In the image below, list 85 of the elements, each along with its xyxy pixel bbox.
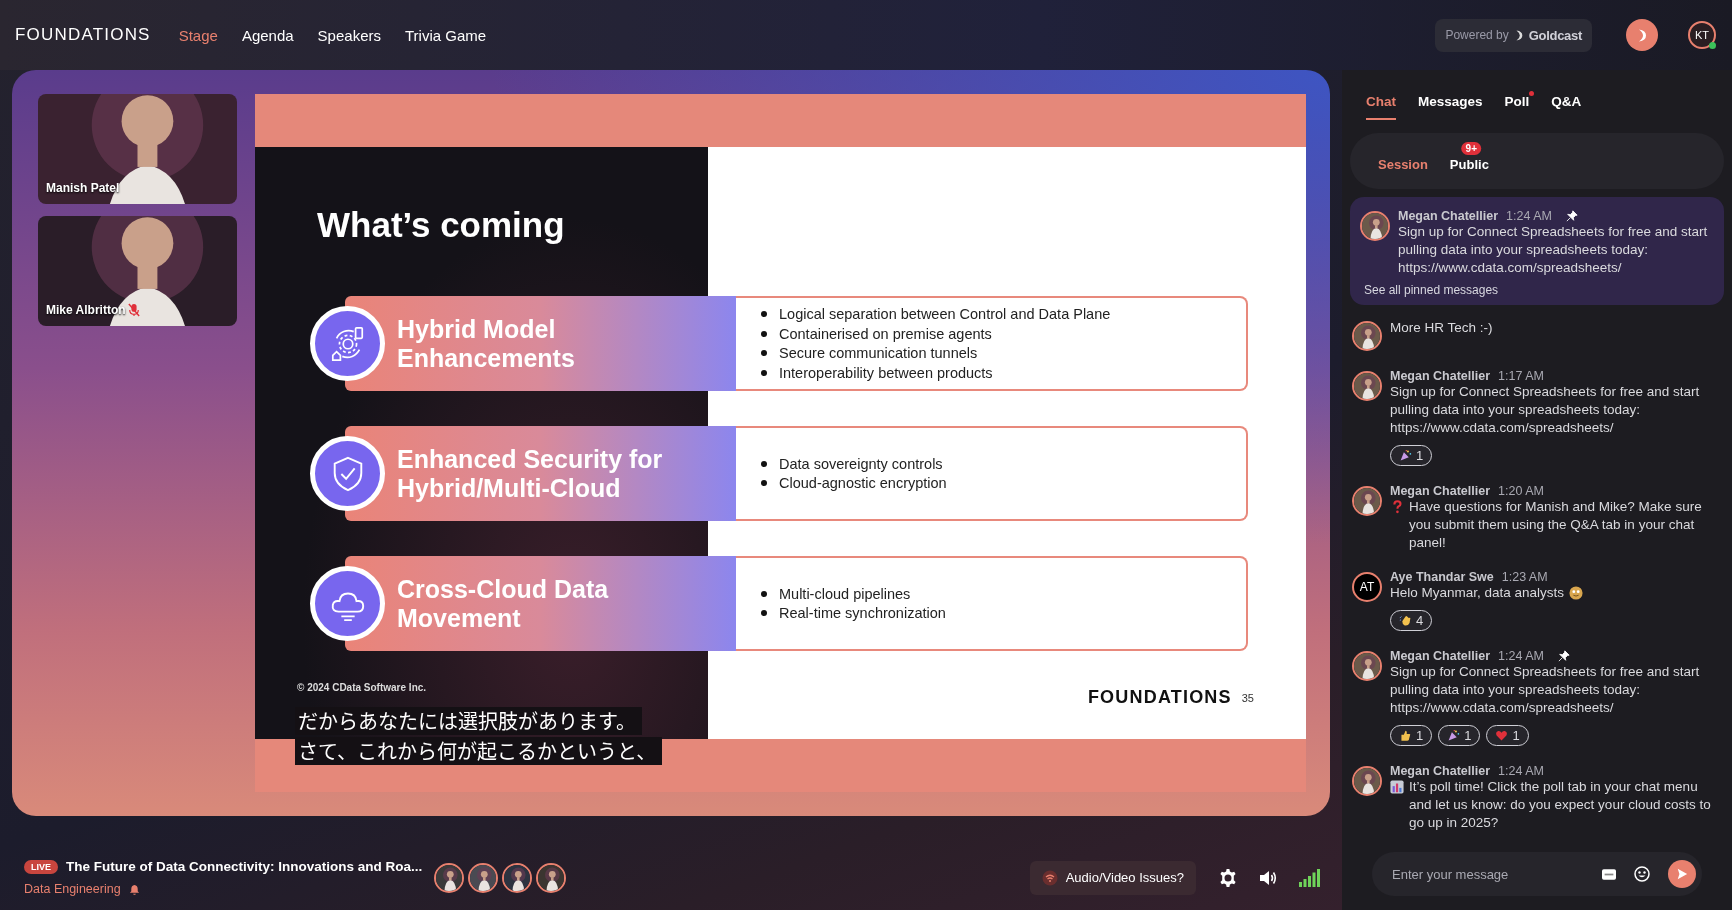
audio-video-issues-button[interactable]: Audio/Video Issues? xyxy=(1029,860,1196,895)
message-time: 1:24 AM xyxy=(1498,649,1544,663)
author-name: Megan Chatellier xyxy=(1390,764,1491,778)
bullet-text: Interoperability between products xyxy=(779,364,993,381)
bullet-icon xyxy=(761,590,767,597)
powered-by-label: Powered by xyxy=(1445,28,1509,42)
bullet-text: Logical separation between Control and Data Plane xyxy=(779,306,1111,323)
page-number: 35 xyxy=(1241,691,1254,704)
heart-icon xyxy=(1495,729,1509,742)
message-text: Have questions for Manish and Mike? Make sure you submit them using the Q&A tab in your chat panel! xyxy=(1409,498,1703,552)
message-text: Sign up for Connect Spreadsheets for free and start pulling data into your spreadsheets today: https://www.cdata.com/spreadsheets/ xyxy=(1390,663,1701,717)
moon-button[interactable] xyxy=(1626,19,1658,51)
thumbs-up-icon xyxy=(1399,729,1412,742)
author-name: Megan Chatellier xyxy=(1390,484,1491,498)
author-name: Megan Chatellier xyxy=(1390,649,1491,663)
slide-title: What’s coming xyxy=(317,204,566,246)
gif-icon[interactable] xyxy=(1602,868,1616,880)
user-avatar[interactable]: KT xyxy=(1688,21,1716,49)
count-badge: 9+ xyxy=(1461,141,1481,155)
reaction-chip[interactable]: 4 xyxy=(1390,610,1433,631)
chat-tab[interactable]: Q&A xyxy=(1551,92,1582,120)
feature-title: Cross-Cloud Data Movement xyxy=(345,556,736,651)
smiley-icon xyxy=(1569,586,1584,600)
message-time: 1:24 AM xyxy=(1506,209,1552,223)
settings-icon[interactable] xyxy=(1218,867,1238,888)
bullet-icon xyxy=(761,610,767,617)
reaction-chip[interactable]: 1 xyxy=(1390,725,1433,746)
bullet-text: Secure communication tunnels xyxy=(779,345,978,362)
chat-tab[interactable]: Chat xyxy=(1366,92,1396,120)
user-avatar: AT xyxy=(1352,572,1382,602)
reaction-chip[interactable]: 1 xyxy=(1486,725,1529,746)
track-label[interactable]: Data Engineering xyxy=(24,882,121,896)
message-text: More HR Tech :-) xyxy=(1390,319,1493,337)
nav-link[interactable]: Stage xyxy=(178,26,218,44)
scope-tab[interactable]: Session xyxy=(1378,156,1428,172)
message-text: It’s poll time! Click the poll tab in your chat menu and let us know: do you expect your cloud costs to go up in 2025? xyxy=(1409,778,1712,832)
author-name: Megan Chatellier xyxy=(1398,209,1499,223)
reaction-chip[interactable]: 1 xyxy=(1438,725,1481,746)
message-text: Helo Myanmar, data analysts xyxy=(1390,584,1565,602)
signal-strength-icon xyxy=(1298,867,1320,888)
bar-chart-icon xyxy=(1390,780,1404,794)
feature-title: Enhanced Security for Hybrid/Multi-Cloud xyxy=(345,426,736,521)
wifi-icon xyxy=(1041,869,1058,886)
nav-link[interactable]: Agenda xyxy=(241,26,294,44)
waving-hand-icon xyxy=(1399,614,1412,627)
message-text: Sign up for Connect Spreadsheets for free and start pulling data into your spreadsheets today: https://www.cdata.com/spreadsheets/ xyxy=(1390,383,1701,437)
chat-tab[interactable]: Messages xyxy=(1418,92,1483,120)
message-time: 1:20 AM xyxy=(1498,484,1544,498)
message-text: Sign up for Connect Spreadsheets for free and start pulling data into your spreadsheets today: https://www.cdata.com/spreadsheets/ xyxy=(1398,223,1709,277)
bullet-icon xyxy=(761,480,767,487)
author-name: Aye Thandar Swe xyxy=(1390,570,1494,584)
bullet-icon xyxy=(761,330,767,337)
bullet-text: Containerised on premise agents xyxy=(779,325,992,342)
bullet-text: Multi-cloud pipelines xyxy=(779,585,911,602)
live-badge: LIVE xyxy=(24,859,58,874)
message-time: 1:24 AM xyxy=(1498,764,1544,778)
party-popper-icon xyxy=(1399,449,1412,462)
message-input[interactable]: Enter your message xyxy=(1372,852,1702,896)
bullet-text: Cloud-agnostic encryption xyxy=(779,475,947,492)
bullet-text: Data sovereignty controls xyxy=(779,455,943,472)
emoji-icon[interactable] xyxy=(1634,866,1650,882)
reaction-chip[interactable]: 1 xyxy=(1390,445,1433,466)
bullet-icon xyxy=(761,311,767,318)
moon-icon xyxy=(1513,28,1524,42)
nav-link[interactable]: Trivia Game xyxy=(404,26,487,44)
see-all-pinned-link[interactable]: See all pinned messages xyxy=(1364,283,1714,297)
message-time: 1:17 AM xyxy=(1498,369,1544,383)
bullet-icon xyxy=(761,460,767,467)
question-mark-icon xyxy=(1390,500,1404,514)
party-popper-icon xyxy=(1447,729,1461,742)
message-time: 1:23 AM xyxy=(1501,570,1548,584)
brand-name: Goldcast xyxy=(1528,27,1582,43)
bell-icon[interactable] xyxy=(128,883,140,895)
send-icon xyxy=(1676,868,1688,880)
copyright-text: © 2024 CData Software Inc. xyxy=(297,682,427,693)
slide-logo: FOUNDATIONS xyxy=(1087,687,1232,708)
nav-link[interactable]: Speakers xyxy=(317,26,381,44)
bullet-icon xyxy=(761,350,767,357)
feature-title: Hybrid Model Enhancements xyxy=(345,296,736,391)
logo[interactable]: FOUNDATIONS xyxy=(15,25,151,45)
bullet-icon xyxy=(761,369,767,376)
session-title: The Future of Data Connectivity: Innovations and Roa... xyxy=(66,859,423,874)
author-name: Megan Chatellier xyxy=(1390,369,1491,383)
chat-tab[interactable]: Poll xyxy=(1504,92,1530,120)
bullet-text: Real-time synchronization xyxy=(779,605,946,622)
